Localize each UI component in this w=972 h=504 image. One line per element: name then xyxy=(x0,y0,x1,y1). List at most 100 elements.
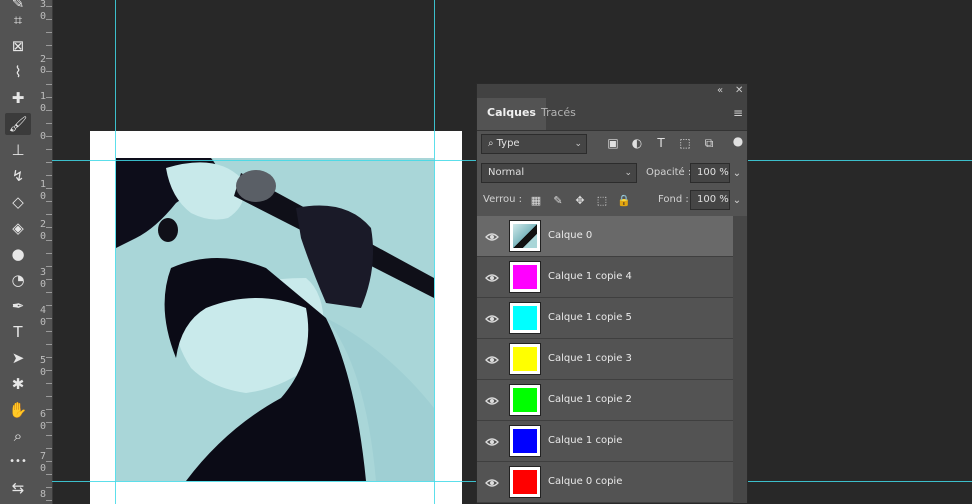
panel-menu-icon[interactable]: ≡ xyxy=(733,106,743,120)
ruler-tick xyxy=(46,422,52,423)
frame-icon[interactable]: ⊠ xyxy=(5,35,31,57)
layer-row[interactable]: Calque 0 xyxy=(477,216,733,257)
ruler-tick xyxy=(46,331,52,332)
lock-image-icon[interactable]: ✎ xyxy=(551,193,565,207)
ruler-tick xyxy=(46,357,52,358)
layer-thumbnail[interactable] xyxy=(509,425,541,457)
close-icon[interactable]: ✕ xyxy=(735,85,743,96)
collapse-icon[interactable]: « xyxy=(717,85,723,96)
layer-thumbnail-swatch xyxy=(513,388,537,412)
ruler-tick xyxy=(46,383,52,384)
layers-scrollbar[interactable] xyxy=(733,216,747,503)
lock-position-icon[interactable]: ✥ xyxy=(573,193,587,207)
ruler-label: 2 xyxy=(40,219,47,230)
ruler-tick xyxy=(46,201,52,202)
ruler-tick xyxy=(46,32,52,33)
ruler-tick xyxy=(46,162,52,163)
adjustment-layer-filter-icon[interactable]: ◐ xyxy=(630,136,644,150)
filter-kind-select[interactable]: ⌕ Type ⌄ xyxy=(481,134,587,154)
crop-icon[interactable]: ⌗ xyxy=(5,9,31,31)
layer-row[interactable]: Calque 1 copie xyxy=(477,421,733,462)
layer-thumbnail[interactable] xyxy=(509,343,541,375)
canvas-photo[interactable] xyxy=(116,158,434,481)
ruler-tick xyxy=(46,149,52,150)
ruler-tick xyxy=(46,84,52,85)
pen-icon[interactable]: ✒ xyxy=(5,295,31,317)
layer-thumbnail[interactable] xyxy=(509,384,541,416)
blend-mode-select[interactable]: Normal ⌄ xyxy=(481,163,637,183)
ruler-tick xyxy=(46,136,52,137)
layer-row[interactable]: Calque 1 copie 2 xyxy=(477,380,733,421)
opacity-value: 100 % xyxy=(697,167,729,178)
path-selection-icon[interactable]: ➤ xyxy=(5,347,31,369)
layer-row[interactable]: Calque 1 copie 5 xyxy=(477,298,733,339)
ruler-label: 0 xyxy=(40,131,47,142)
lock-all-icon[interactable]: 🔒 xyxy=(617,193,631,207)
visibility-eye-icon[interactable] xyxy=(485,311,499,325)
ruler-tick xyxy=(46,214,52,215)
search-icon: ⌕ xyxy=(488,138,494,149)
layer-name: Calque 1 copie xyxy=(548,435,623,446)
chevron-down-icon[interactable]: ⌄ xyxy=(730,191,744,209)
blur-icon[interactable]: ● xyxy=(5,243,31,265)
layer-thumbnail[interactable] xyxy=(509,466,541,498)
layer-name: Calque 1 copie 3 xyxy=(548,353,632,364)
guide-vertical[interactable] xyxy=(115,0,116,504)
vertical-ruler[interactable]: 3020100102030405060708 xyxy=(36,0,53,504)
ruler-label: 0 xyxy=(40,279,47,290)
layer-thumbnail-swatch xyxy=(513,347,537,371)
ruler-tick xyxy=(46,110,52,111)
eyedropper-icon[interactable]: ⌇ xyxy=(5,61,31,83)
tab-traces[interactable]: Tracés xyxy=(531,98,586,130)
clone-stamp-icon[interactable]: ⊥ xyxy=(5,139,31,161)
layer-thumbnail[interactable] xyxy=(509,220,541,252)
visibility-eye-icon[interactable] xyxy=(485,393,499,407)
more-tools-icon[interactable]: ••• xyxy=(5,451,31,473)
visibility-eye-icon[interactable] xyxy=(485,229,499,243)
ruler-tick xyxy=(46,188,52,189)
tools-toolbar: ✎ ⌗ ⊠ ⌇ ✚ 🖌 ⊥ ↯ ◇ ◈ ● ◔ ✒ T ➤ ✱ ✋ ⌕ ••• ⇆ xyxy=(0,0,37,504)
visibility-eye-icon[interactable] xyxy=(485,475,499,489)
smart-object-filter-icon[interactable]: ⧉ xyxy=(702,136,716,150)
pixel-layer-filter-icon[interactable]: ▣ xyxy=(606,136,620,150)
layer-row[interactable]: Calque 0 copie xyxy=(477,462,733,503)
history-brush-icon[interactable]: ↯ xyxy=(5,165,31,187)
type-icon[interactable]: T xyxy=(5,321,31,343)
layer-name: Calque 1 copie 5 xyxy=(548,312,632,323)
shape-layer-filter-icon[interactable]: ⬚ xyxy=(678,136,692,150)
guide-vertical[interactable] xyxy=(434,0,435,504)
opacity-input[interactable]: 100 % xyxy=(690,163,730,183)
blend-mode-value: Normal xyxy=(488,167,525,178)
layer-row[interactable]: Calque 1 copie 3 xyxy=(477,339,733,380)
zoom-icon[interactable]: ⌕ xyxy=(5,425,31,447)
fill-input[interactable]: 100 % xyxy=(690,190,730,210)
visibility-eye-icon[interactable] xyxy=(485,270,499,284)
paint-bucket-icon[interactable]: ◈ xyxy=(5,217,31,239)
fill-value: 100 % xyxy=(697,194,729,205)
custom-shape-icon[interactable]: ✱ xyxy=(5,373,31,395)
filter-toggle-icon[interactable]: ● xyxy=(731,134,745,148)
ruler-tick xyxy=(46,448,52,449)
lock-artboard-icon[interactable]: ⬚ xyxy=(595,193,609,207)
swap-colors-icon[interactable]: ⇆ xyxy=(5,477,31,499)
layer-thumbnail[interactable] xyxy=(509,261,541,293)
layer-row[interactable]: Calque 1 copie 4 xyxy=(477,257,733,298)
layer-thumbnail[interactable] xyxy=(509,302,541,334)
hand-icon[interactable]: ✋ xyxy=(5,399,31,421)
ruler-label: 6 xyxy=(40,409,47,420)
healing-brush-icon[interactable]: ✚ xyxy=(5,87,31,109)
brush-icon[interactable]: 🖌 xyxy=(5,113,31,135)
eraser-icon[interactable]: ◇ xyxy=(5,191,31,213)
dodge-icon[interactable]: ◔ xyxy=(5,269,31,291)
layer-name: Calque 1 copie 2 xyxy=(548,394,632,405)
layer-name: Calque 1 copie 4 xyxy=(548,271,632,282)
visibility-eye-icon[interactable] xyxy=(485,352,499,366)
type-layer-filter-icon[interactable]: T xyxy=(654,136,668,150)
ruler-tick xyxy=(46,487,52,488)
ruler-tick xyxy=(46,175,52,176)
lock-transparency-icon[interactable]: ▦ xyxy=(529,193,543,207)
layers-panel: « ✕ Calques Tracés ≡ ⌕ Type ⌄ ▣ ◐ T ⬚ ⧉ ●… xyxy=(476,83,748,504)
chevron-down-icon[interactable]: ⌄ xyxy=(730,164,744,182)
visibility-eye-icon[interactable] xyxy=(485,434,499,448)
ruler-tick xyxy=(46,370,52,371)
